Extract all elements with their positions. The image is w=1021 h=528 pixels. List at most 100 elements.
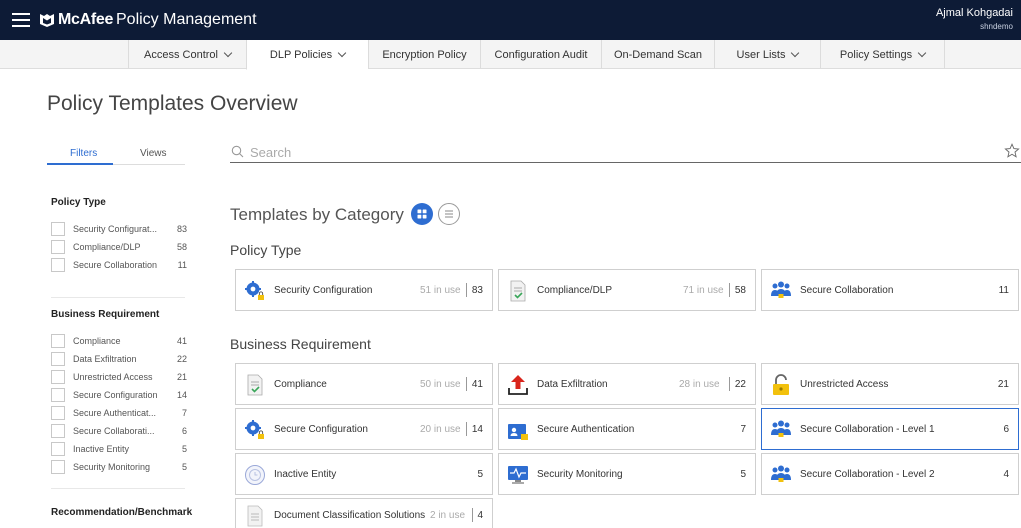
tab-configuration-audit[interactable]: Configuration Audit: [480, 40, 601, 69]
tab-views[interactable]: Views: [140, 148, 167, 159]
filter-item[interactable]: Data Exfiltration 22: [51, 350, 187, 366]
search-icon: [231, 145, 244, 158]
card-count: 58: [734, 285, 746, 296]
filter-checkbox[interactable]: [51, 334, 65, 348]
nav-bar: Access Control DLP Policies Encryption P…: [0, 40, 1021, 70]
filter-item[interactable]: Secure Configuration 14: [51, 386, 187, 402]
card-label: Security Configuration: [274, 285, 373, 296]
people-group-icon: [771, 281, 791, 298]
card-count: 83: [471, 285, 483, 296]
unlocked-padlock-icon: [773, 374, 789, 395]
filter-checkbox[interactable]: [51, 352, 65, 366]
gear-lock-icon: [245, 281, 264, 300]
filter-label: Inactive Entity: [73, 444, 130, 454]
card-in-use: 50 in use: [420, 379, 461, 390]
templates-heading: Templates by Category: [230, 205, 404, 224]
mcafee-logo[interactable]: McAfee: [39, 11, 113, 29]
template-card[interactable]: Secure Collaboration - Level 2 4: [761, 453, 1019, 495]
chevron-down-icon: [791, 48, 800, 57]
filter-label: Secure Collaboration: [73, 260, 158, 270]
filter-item[interactable]: Secure Collaboration 11: [51, 256, 187, 272]
tab-label: Policy Settings: [839, 48, 913, 61]
filter-count: 7: [181, 408, 187, 418]
card-in-use: 20 in use: [420, 424, 461, 435]
tab-user-lists[interactable]: User Lists: [714, 40, 820, 69]
template-card[interactable]: Compliance/DLP 71 in use 58: [498, 269, 756, 311]
template-card[interactable]: Security Configuration 51 in use 83: [235, 269, 493, 311]
filter-checkbox[interactable]: [51, 442, 65, 456]
page-title: Policy Templates Overview: [47, 92, 298, 115]
gear-lock-icon: [245, 420, 264, 439]
filter-count: 5: [181, 462, 187, 472]
app-title: Policy Management: [116, 11, 257, 28]
template-card[interactable]: Document Classification Solutions 2 in u…: [235, 498, 493, 528]
template-card[interactable]: Secure Configuration 20 in use 14: [235, 408, 493, 450]
tab-filters[interactable]: Filters: [70, 148, 97, 159]
document-check-icon: [247, 374, 263, 396]
filter-item[interactable]: Unrestricted Access 21: [51, 368, 187, 384]
template-card[interactable]: Secure Collaboration - Level 1 6: [761, 408, 1019, 450]
monitor-pulse-icon: [508, 466, 528, 484]
card-label: Compliance: [274, 379, 327, 390]
card-label: Inactive Entity: [274, 469, 337, 480]
filter-item[interactable]: Compliance 41: [51, 332, 187, 348]
card-divider: [729, 283, 730, 297]
template-card[interactable]: Secure Authentication 7: [498, 408, 756, 450]
card-count: 7: [740, 424, 746, 435]
tab-on-demand-scan[interactable]: On-Demand Scan: [601, 40, 714, 69]
template-card[interactable]: Secure Collaboration 11: [761, 269, 1019, 311]
filter-checkbox[interactable]: [51, 388, 65, 402]
filter-item[interactable]: Inactive Entity 5: [51, 440, 187, 456]
filter-item[interactable]: Compliance/DLP 58: [51, 238, 187, 254]
tab-encryption-policy[interactable]: Encryption Policy: [368, 40, 480, 69]
document-check-icon: [510, 280, 526, 302]
filter-count: 6: [181, 426, 187, 436]
top-bar: McAfee Policy Management Ajmal Kohgadai …: [0, 0, 1021, 40]
template-card[interactable]: Data Exfiltration 28 in use 22: [498, 363, 756, 405]
template-card[interactable]: Unrestricted Access 21: [761, 363, 1019, 405]
list-view-button[interactable]: [438, 203, 460, 225]
tab-label: Access Control: [144, 48, 218, 61]
tab-access-control[interactable]: Access Control: [128, 40, 246, 69]
template-card[interactable]: Compliance 50 in use 41: [235, 363, 493, 405]
card-count: 21: [997, 379, 1009, 390]
filter-item[interactable]: Secure Authenticat... 7: [51, 404, 187, 420]
filter-checkbox[interactable]: [51, 240, 65, 254]
filter-checkbox[interactable]: [51, 424, 65, 438]
card-count: 4: [477, 510, 483, 521]
filter-label: Security Monitoring: [73, 462, 151, 472]
grid-view-button[interactable]: [411, 203, 433, 225]
card-in-use: 2 in use: [430, 510, 466, 521]
user-name[interactable]: Ajmal Kohgadai: [936, 7, 1013, 19]
template-card[interactable]: Security Monitoring 5: [498, 453, 756, 495]
filter-checkbox[interactable]: [51, 406, 65, 420]
filter-item[interactable]: Secure Collaborati... 6: [51, 422, 187, 438]
filter-checkbox[interactable]: [51, 460, 65, 474]
mcafee-shield-icon: [40, 14, 54, 27]
filter-label: Security Configurat...: [73, 224, 158, 234]
card-count: 14: [471, 424, 483, 435]
card-divider: [466, 283, 467, 297]
card-in-use: 28 in use: [679, 379, 720, 390]
star-icon[interactable]: [1004, 143, 1020, 159]
tab-dlp-policies[interactable]: DLP Policies: [246, 40, 368, 70]
filter-checkbox[interactable]: [51, 258, 65, 272]
filter-label: Secure Authenticat...: [73, 408, 157, 418]
card-divider: [472, 508, 473, 522]
search-bar: [230, 141, 1021, 163]
filter-checkbox[interactable]: [51, 370, 65, 384]
people-group-icon: [771, 420, 791, 437]
filter-group-title: Recommendation/Benchmark: [51, 507, 193, 518]
search-input[interactable]: [250, 142, 990, 162]
user-tenant: shndemo: [980, 22, 1013, 31]
card-label: Secure Authentication: [537, 424, 635, 435]
hamburger-menu-icon[interactable]: [12, 13, 30, 27]
filter-item[interactable]: Security Monitoring 5: [51, 458, 187, 474]
chevron-down-icon: [223, 48, 233, 57]
filter-checkbox[interactable]: [51, 222, 65, 236]
card-divider: [729, 377, 730, 391]
filter-item[interactable]: Security Configurat... 83: [51, 220, 187, 236]
tab-policy-settings[interactable]: Policy Settings: [820, 40, 945, 69]
template-card[interactable]: Inactive Entity 5: [235, 453, 493, 495]
card-label: Secure Collaboration - Level 1: [800, 424, 935, 435]
